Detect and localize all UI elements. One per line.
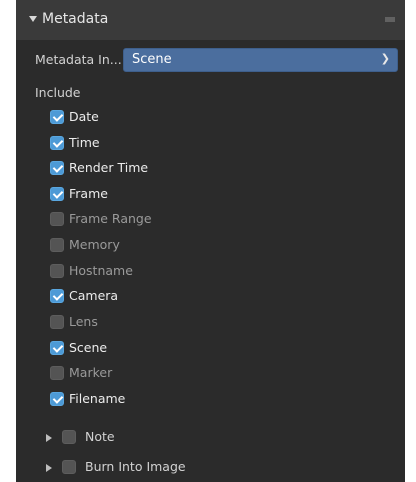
checkbox[interactable] <box>50 315 64 329</box>
checkbox-label: Frame <box>69 186 108 201</box>
checkbox[interactable] <box>50 238 64 252</box>
subpanel-label: Note <box>85 429 115 444</box>
triangle-right-icon[interactable] <box>46 464 52 472</box>
checkbox-label: Date <box>69 109 99 124</box>
drag-grip-icon[interactable] <box>385 17 395 22</box>
checkbox[interactable] <box>50 187 64 201</box>
checkbox[interactable] <box>50 392 64 406</box>
panel-header[interactable]: Metadata <box>16 0 405 40</box>
metadata-input-label: Metadata In... <box>35 52 122 67</box>
checkbox[interactable] <box>50 212 64 226</box>
checkbox-label: Scene <box>69 340 108 355</box>
checkbox[interactable] <box>50 161 64 175</box>
checkbox-label: Filename <box>69 391 126 406</box>
metadata-input-dropdown[interactable]: Scene ❯ <box>123 48 398 72</box>
include-label: Include <box>35 85 81 100</box>
metadata-panel: Metadata Metadata In... Scene ❯ Include … <box>16 0 405 482</box>
checkbox-label: Render Time <box>69 160 149 175</box>
checkbox[interactable] <box>50 136 64 150</box>
checkbox[interactable] <box>50 341 64 355</box>
metadata-input-value: Scene <box>132 52 172 67</box>
checkbox[interactable] <box>50 366 64 380</box>
chevron-down-icon: ❯ <box>380 52 390 65</box>
checkbox[interactable] <box>50 110 64 124</box>
checkbox[interactable] <box>50 264 64 278</box>
checkbox[interactable] <box>62 460 76 474</box>
checkbox-label: Memory <box>69 237 120 252</box>
triangle-right-icon[interactable] <box>46 434 52 442</box>
triangle-down-icon[interactable] <box>29 16 37 22</box>
subpanel-label: Burn Into Image <box>85 459 186 474</box>
checkbox-label: Marker <box>69 365 113 380</box>
checkbox[interactable] <box>50 289 64 303</box>
checkbox-label: Lens <box>69 314 98 329</box>
checkbox-label: Hostname <box>69 263 133 278</box>
checkbox-label: Frame Range <box>69 211 152 226</box>
checkbox-label: Camera <box>69 288 119 303</box>
panel-title: Metadata <box>42 11 109 27</box>
checkbox[interactable] <box>62 430 76 444</box>
checkbox-label: Time <box>69 135 100 150</box>
